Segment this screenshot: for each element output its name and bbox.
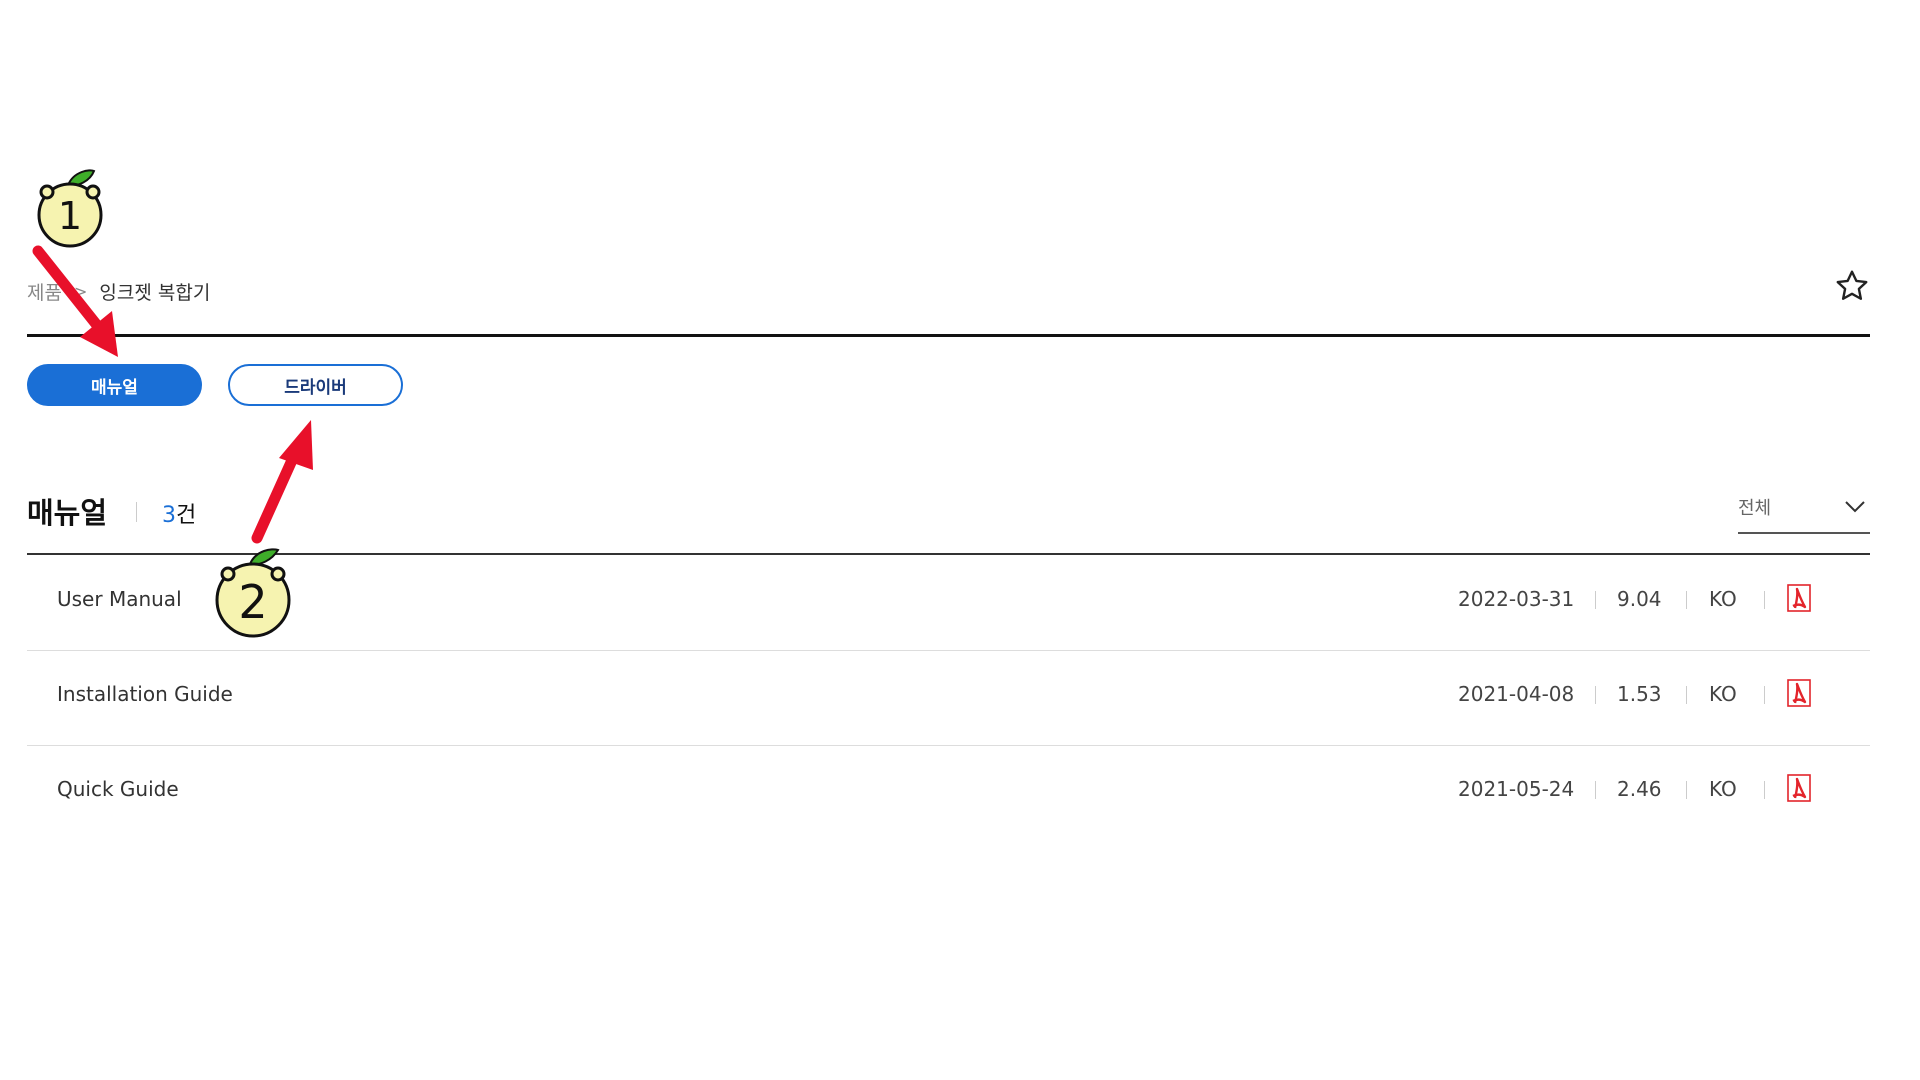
document-title: Installation Guide xyxy=(57,682,233,706)
result-count: 3건 xyxy=(162,497,196,529)
document-size: 1.53 xyxy=(1617,682,1662,706)
step-marker-1-number: 1 xyxy=(58,194,82,238)
tab-manual[interactable]: 매뉴얼 xyxy=(27,364,202,406)
document-language: KO xyxy=(1709,587,1737,611)
document-row[interactable]: User Manual 2022-03-31 9.04 KO xyxy=(27,555,1870,651)
document-date: 2022-03-31 xyxy=(1458,587,1575,611)
tab-driver[interactable]: 드라이버 xyxy=(228,364,403,406)
star-icon[interactable] xyxy=(1834,268,1870,304)
section-divider xyxy=(136,502,137,522)
section-title: 매뉴얼 xyxy=(27,496,108,530)
document-title: User Manual xyxy=(57,587,182,611)
document-date: 2021-05-24 xyxy=(1458,777,1575,801)
document-date: 2021-04-08 xyxy=(1458,682,1575,706)
chevron-down-icon xyxy=(1845,501,1865,513)
result-count-unit: 건 xyxy=(176,503,197,528)
meta-divider xyxy=(1764,591,1765,609)
filter-selected-value: 전체 xyxy=(1738,498,1772,519)
document-language: KO xyxy=(1709,682,1737,706)
meta-divider xyxy=(1764,686,1765,704)
meta-divider xyxy=(1686,686,1687,704)
filter-select[interactable]: 전체 xyxy=(1738,494,1870,534)
step-marker-2: 2 xyxy=(215,548,291,638)
meta-divider xyxy=(1595,591,1596,609)
meta-divider xyxy=(1595,781,1596,799)
arrow-to-manual-tab-icon xyxy=(32,245,118,357)
step-marker-1: 1 xyxy=(37,169,103,248)
pdf-icon[interactable] xyxy=(1787,679,1811,707)
document-language: KO xyxy=(1709,777,1737,801)
meta-divider xyxy=(1686,591,1687,609)
document-title: Quick Guide xyxy=(57,777,179,801)
header-divider xyxy=(27,334,1870,337)
pdf-icon[interactable] xyxy=(1787,774,1811,802)
meta-divider xyxy=(1595,686,1596,704)
document-row[interactable]: Quick Guide 2021-05-24 2.46 KO xyxy=(27,745,1870,840)
document-row[interactable]: Installation Guide 2021-04-08 1.53 KO xyxy=(27,650,1870,746)
meta-divider xyxy=(1764,781,1765,799)
pdf-icon[interactable] xyxy=(1787,584,1811,612)
meta-divider xyxy=(1686,781,1687,799)
document-size: 2.46 xyxy=(1617,777,1662,801)
result-count-number: 3 xyxy=(162,503,176,528)
document-size: 9.04 xyxy=(1617,587,1662,611)
step-marker-2-number: 2 xyxy=(238,575,267,629)
arrow-to-driver-tab-icon xyxy=(251,420,313,544)
